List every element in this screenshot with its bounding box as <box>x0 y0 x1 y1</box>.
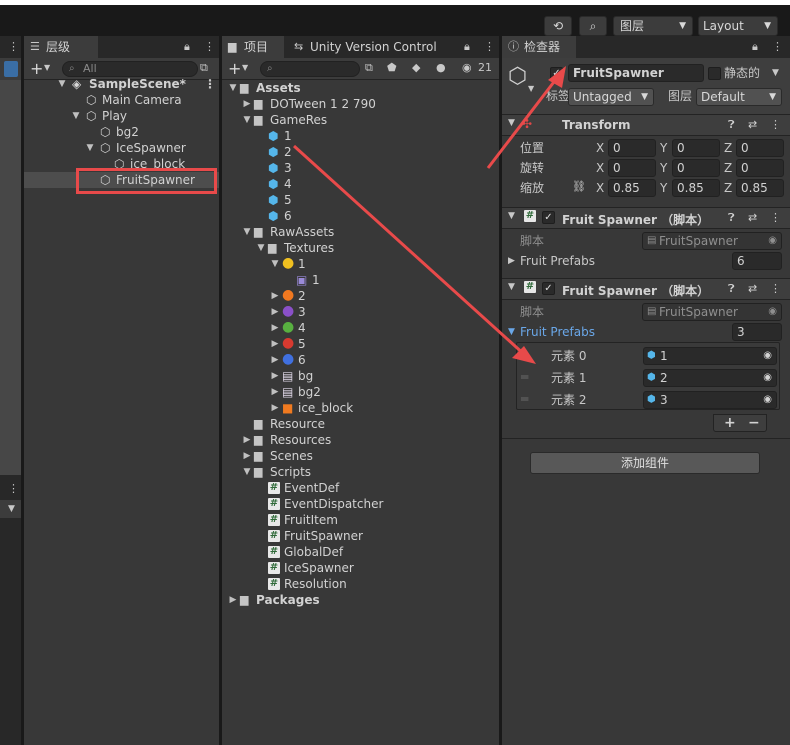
annotation-arrow-line <box>486 73 562 169</box>
annotation-arrows <box>292 66 566 364</box>
annotation-arrow-line <box>292 144 528 358</box>
annotation-arrowhead <box>512 346 536 364</box>
